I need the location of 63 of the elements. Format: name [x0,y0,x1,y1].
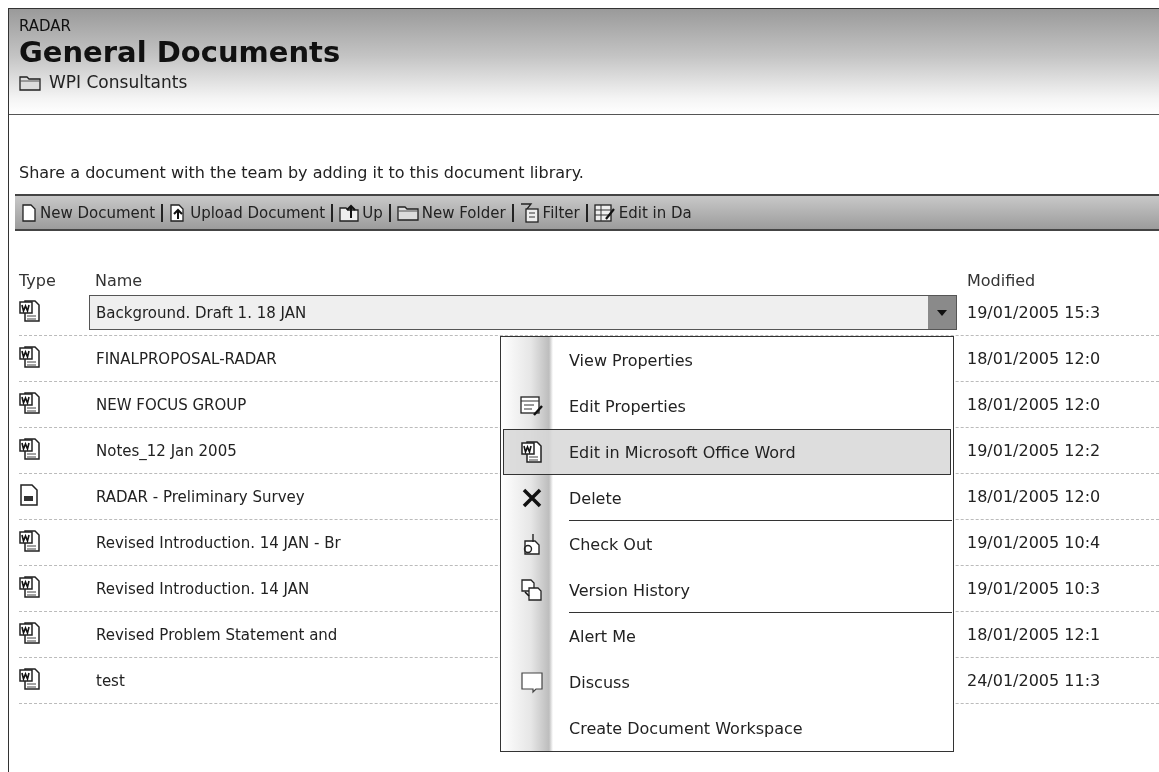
menu-item[interactable]: Version History [503,567,951,613]
delete-icon [520,487,543,509]
table-cell-text: 18/01/2005 12:1 [966,625,1101,644]
caret-icon [937,309,947,316]
document-link[interactable]: Revised Introduction. 14 JAN [96,579,310,598]
toolbar-button[interactable]: New Document [21,202,156,223]
menu-item[interactable]: Discuss [503,659,951,705]
folder-icon [19,73,41,91]
datasheet-edit-icon [593,202,616,223]
menu-item[interactable]: Create Document Workspace [503,705,951,751]
table-cell-text: 19/01/2005 12:2 [966,441,1101,460]
menu-item[interactable]: View Properties [503,337,951,383]
site-name: WPI Consultants [49,72,188,92]
toolbar-button[interactable]: Up [339,203,383,222]
word-document-icon [19,298,41,323]
menu-item[interactable]: Delete [503,475,951,521]
folder-up-icon [339,203,360,222]
filter-icon [519,202,540,223]
table-cell-text: 19/01/2005 15:3 [966,303,1101,322]
menu-item[interactable]: Edit in Microsoft Office Word [503,429,951,475]
word-document-icon [19,344,41,369]
edit-form-icon [519,395,544,417]
table-cell-text: 24/01/2005 11:3 [966,671,1101,690]
discussion-icon [519,670,544,694]
word-document-icon [19,574,41,599]
document-icon [21,202,37,223]
word-document-icon [19,666,41,691]
document-link[interactable]: FINALPROPOSAL-RADAR [96,349,277,368]
table-cell-text: 18/01/2005 12:0 [966,487,1101,506]
document-link[interactable]: Background. Draft 1. 18 JAN [96,303,307,322]
toolbar-button[interactable]: Upload Document [169,202,326,223]
word-document-icon [520,440,543,464]
table-cell-text: 19/01/2005 10:4 [966,533,1101,552]
document-link[interactable]: RADAR - Preliminary Survey [96,487,305,506]
dropdown-button[interactable] [928,296,956,329]
column-header[interactable]: Modified [957,271,1036,290]
menu-item[interactable]: Edit Properties [503,383,951,429]
toolbar-button[interactable]: Filter [519,202,580,223]
library-description: Share a document with the team by adding it to this document library. [19,163,584,182]
selected-item-box[interactable]: Background. Draft 1. 18 JAN [89,295,957,330]
toolbar-button[interactable]: New Folder [396,203,506,222]
document-link[interactable]: Notes_12 Jan 2005 [96,441,237,460]
word-document-icon [19,620,41,645]
word-document-icon [19,390,41,415]
table-cell-text: 18/01/2005 12:0 [966,349,1101,368]
library-title: General Documents [19,35,341,69]
toolbar-button[interactable]: Edit in Da [593,202,692,223]
document-link[interactable]: Revised Introduction. 14 JAN - Br [96,533,341,552]
version-history-icon [519,578,544,602]
table-cell-text: 19/01/2005 10:3 [966,579,1101,598]
menu-item[interactable]: Alert Me [503,613,951,659]
column-header[interactable]: Name [95,271,143,290]
word-document-icon [19,528,41,553]
document-link[interactable]: Revised Problem Statement and [96,625,338,644]
folder-icon [396,204,419,221]
document-link[interactable]: NEW FOCUS GROUP [96,395,247,414]
document-icon [19,482,39,507]
column-header[interactable]: Type [19,271,56,290]
word-document-icon [19,436,41,461]
breadcrumb: RADAR [19,17,72,35]
table-cell-text: 18/01/2005 12:0 [966,395,1101,414]
menu-item[interactable]: Check Out [503,521,951,567]
document-link[interactable]: test [96,671,125,690]
